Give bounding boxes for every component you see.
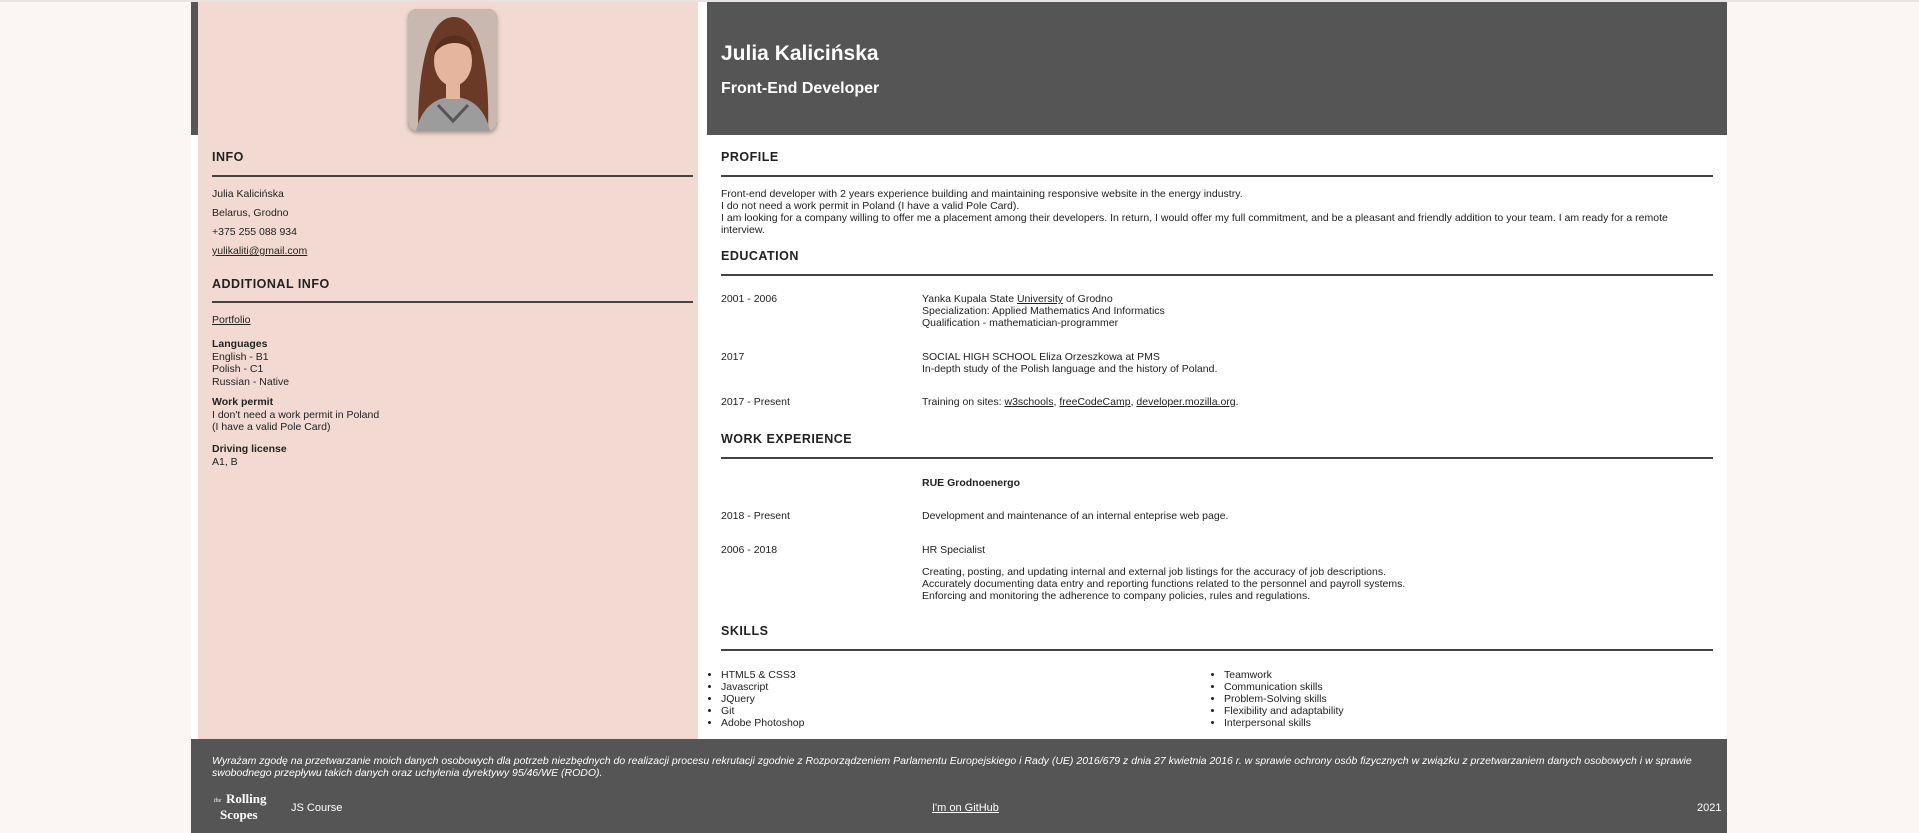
skills-heading: SKILLS	[721, 624, 769, 638]
education-text: of Grodno	[1063, 293, 1113, 305]
hr-detail-line: Creating, posting, and updating internal…	[922, 566, 1387, 578]
driving-license-value: A1, B	[212, 455, 238, 468]
skills-list-right: Teamwork Communication skills Problem-So…	[1210, 669, 1344, 729]
info-phone: +375 255 088 934	[212, 226, 297, 238]
profile-line: I am looking for a company willing to of…	[721, 212, 1668, 236]
education-period: 2017 - Present	[721, 396, 790, 408]
skill-item: Problem-Solving skills	[1224, 693, 1344, 705]
education-period: 2001 - 2006	[721, 293, 778, 305]
header-accent-bar	[191, 2, 198, 135]
candidate-name: Julia Kalicińska	[721, 42, 879, 65]
skill-item: Flexibility and adaptability	[1224, 705, 1344, 717]
driving-license-block: Driving license A1, B	[212, 443, 287, 468]
portrait-image	[408, 9, 497, 131]
language-item: Russian - Native	[212, 375, 290, 388]
footer-year: 2021	[1697, 802, 1722, 814]
work-permit-line: (I have a valid Pole Card)	[212, 421, 331, 433]
profile-line: I do not need a work permit in Poland (I…	[721, 200, 1020, 212]
language-item: English - B1	[212, 350, 269, 363]
skill-item: Javascript	[721, 681, 805, 693]
rolling-scopes-logo-link[interactable]: the Rolling Scopes	[212, 790, 278, 822]
driving-license-label: Driving license	[212, 443, 287, 455]
logo-text: Scopes	[220, 807, 258, 822]
w3schools-link[interactable]: w3schools	[1004, 396, 1053, 408]
hr-detail-line: Accurately documenting data entry and re…	[922, 578, 1406, 590]
gdpr-consent: Wyrażam zgodę na przetwarzanie moich dan…	[212, 755, 1692, 779]
profile-heading: PROFILE	[721, 150, 779, 164]
profile-text: Front-end developer with 2 years experie…	[721, 188, 1706, 236]
sidebar: INFO Julia Kalicińska Belarus, Grodno +3…	[198, 2, 698, 739]
info-email-wrap: yulikaliti@gmail.com	[212, 245, 307, 257]
cv-header: Julia Kalicińska Front-End Developer	[707, 2, 1727, 135]
footer: Wyrażam zgodę na przetwarzanie moich dan…	[191, 739, 1727, 833]
work-permit-label: Work permit	[212, 396, 274, 408]
portfolio-link[interactable]: Portfolio	[212, 314, 251, 326]
work-desc: HR Specialist	[922, 544, 986, 556]
education-text: Yanka Kupala State	[922, 293, 1017, 305]
profile-divider	[721, 175, 1713, 177]
freecodecamp-link[interactable]: freeCodeCamp	[1059, 396, 1130, 408]
education-line: SOCIAL HIGH SCHOOL Eliza Orzeszkowa at P…	[922, 351, 1160, 363]
skills-divider	[721, 649, 1713, 651]
language-item: Polish - C1	[212, 363, 264, 375]
profile-photo	[408, 9, 497, 131]
info-location: Belarus, Grodno	[212, 207, 289, 219]
work-period: 2018 - Present	[721, 510, 790, 522]
github-link[interactable]: I'm on GitHub	[932, 802, 999, 814]
education-entry: SOCIAL HIGH SCHOOL Eliza Orzeszkowa at P…	[922, 351, 1217, 375]
work-heading: WORK EXPERIENCE	[721, 432, 853, 446]
skills-list-left: HTML5 & CSS3 Javascript JQuery Git Adobe…	[707, 669, 805, 729]
skill-item: Git	[721, 705, 805, 717]
work-permit-line: I don't need a work permit in Poland	[212, 408, 380, 421]
education-line: Yanka Kupala State University of Grodno	[922, 293, 1165, 305]
email-link[interactable]: yulikaliti@gmail.com	[212, 245, 307, 257]
info-heading: INFO	[212, 150, 244, 164]
skill-item: Adobe Photoshop	[721, 717, 805, 729]
mdn-link[interactable]: developer.mozilla.org	[1136, 396, 1235, 408]
education-entry: Yanka Kupala State University of Grodno …	[922, 293, 1165, 329]
education-divider	[721, 274, 1713, 276]
education-period: 2017	[721, 351, 745, 363]
main-content: PROFILE Front-end developer with 2 years…	[707, 135, 1727, 739]
hr-detail-line: Enforcing and monitoring the adherence t…	[922, 590, 1311, 602]
work-period: 2006 - 2018	[721, 544, 778, 556]
work-permit-block: Work permit I don't need a work permit i…	[212, 396, 379, 434]
university-link[interactable]: University	[1017, 293, 1063, 305]
company-name: RUE Grodnoenergo	[922, 477, 1021, 489]
skill-item: Teamwork	[1224, 669, 1344, 681]
svg-text:the: the	[214, 798, 222, 804]
info-divider	[212, 175, 693, 177]
logo-text: Rolling	[226, 791, 267, 806]
skill-item: Communication skills	[1224, 681, 1344, 693]
skill-item: HTML5 & CSS3	[721, 669, 805, 681]
candidate-role: Front-End Developer	[721, 80, 880, 97]
additional-info-divider	[212, 301, 693, 303]
languages-block: Languages English - B1 Polish - C1 Russi…	[212, 338, 289, 388]
profile-line: Front-end developer with 2 years experie…	[721, 188, 1243, 200]
info-name: Julia Kalicińska	[212, 188, 284, 200]
education-entry: Training on sites: w3schools, freeCodeCa…	[922, 396, 1239, 408]
education-line: Qualification - mathematician-programmer	[922, 317, 1119, 329]
course-label: JS Course	[291, 802, 343, 814]
education-line: In-depth study of the Polish language an…	[922, 363, 1218, 375]
skill-item: JQuery	[721, 693, 805, 705]
education-heading: EDUCATION	[721, 249, 799, 263]
cv-page: INFO Julia Kalicińska Belarus, Grodno +3…	[191, 2, 1727, 833]
work-desc: Development and maintenance of an intern…	[922, 510, 1229, 522]
portfolio-wrap: Portfolio	[212, 314, 251, 326]
languages-label: Languages	[212, 338, 268, 350]
rolling-scopes-logo-icon: the Rolling Scopes	[214, 791, 267, 822]
additional-info-heading: ADDITIONAL INFO	[212, 277, 330, 291]
skill-item: Interpersonal skills	[1224, 717, 1344, 729]
education-line: Specialization: Applied Mathematics And …	[922, 305, 1165, 317]
education-text: Training on sites:	[922, 396, 1005, 408]
hr-details: Creating, posting, and updating internal…	[922, 566, 1405, 602]
work-divider	[721, 457, 1713, 459]
